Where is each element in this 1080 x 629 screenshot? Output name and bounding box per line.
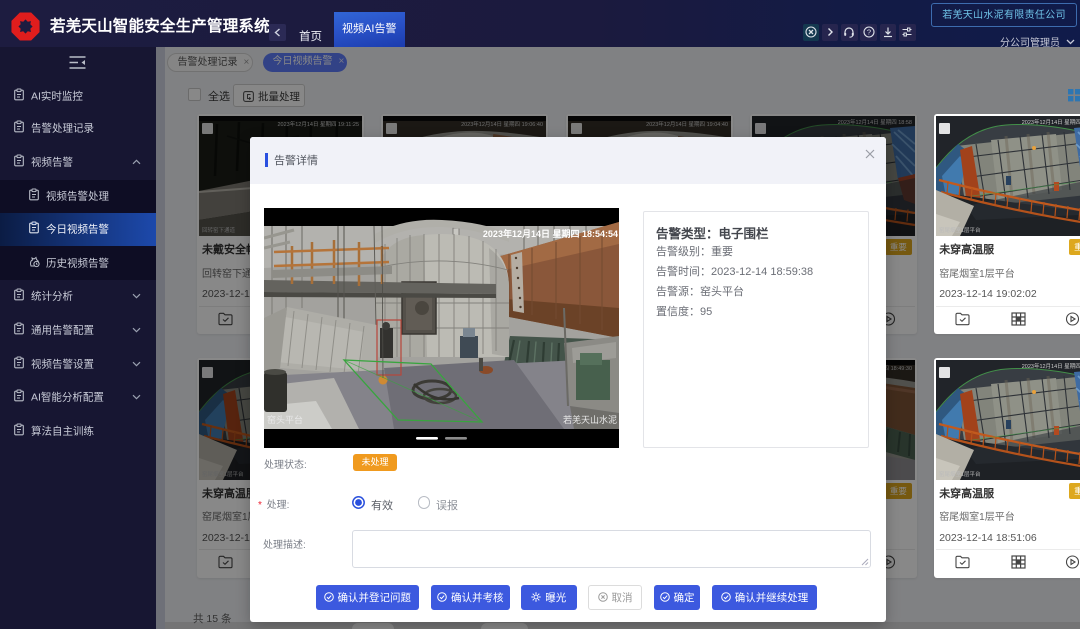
svg-text:2023年12月14日 星期四 18:54:54: 2023年12月14日 星期四 18:54:54 <box>483 228 618 239</box>
svg-text:2023年12月14日 星期四 18:51: 2023年12月14日 星期四 18:51 <box>1022 362 1080 370</box>
svg-text:若羌天山水泥: 若羌天山水泥 <box>563 414 617 425</box>
svg-text:窑尾烟室1层平台: 窑尾烟室1层平台 <box>939 226 981 234</box>
svg-text:窑头平台: 窑头平台 <box>267 414 303 425</box>
svg-text:?: ? <box>866 28 870 37</box>
svg-text:窑尾烟室1层平台: 窑尾烟室1层平台 <box>939 470 981 478</box>
svg-text:2023年12月14日 星期四 19:02: 2023年12月14日 星期四 19:02 <box>1022 118 1080 126</box>
